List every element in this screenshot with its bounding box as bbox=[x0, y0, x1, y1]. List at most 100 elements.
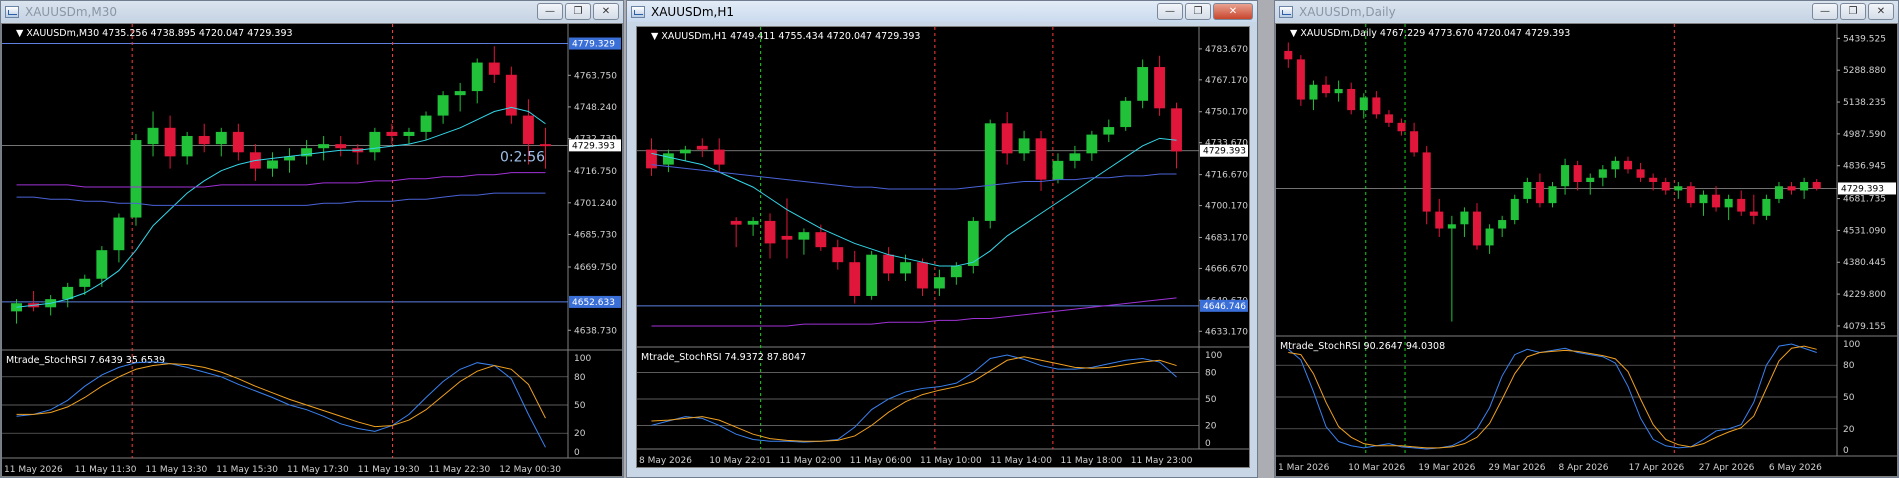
restore-button[interactable]: ❐ bbox=[1840, 3, 1866, 20]
close-button[interactable]: ✕ bbox=[1213, 3, 1253, 20]
bull-candle bbox=[1724, 198, 1733, 208]
bear-candle bbox=[1422, 152, 1431, 212]
bull-candle bbox=[1611, 160, 1620, 170]
price-label: 4750.170 bbox=[1205, 108, 1248, 118]
bear-candle bbox=[815, 232, 827, 248]
close-button[interactable]: ✕ bbox=[1868, 3, 1894, 20]
price-highlight-label: 4779.329 bbox=[572, 40, 615, 50]
time-label: 11 May 18:00 bbox=[1061, 456, 1123, 466]
bull-candle bbox=[267, 160, 278, 169]
bear-candle bbox=[1472, 211, 1482, 246]
bull-candle bbox=[900, 262, 911, 274]
window-title: XAUUSDm,M30 bbox=[25, 4, 117, 19]
bear-candle bbox=[713, 149, 725, 165]
bear-candle bbox=[1636, 169, 1645, 178]
time-label: 29 Mar 2026 bbox=[1488, 463, 1545, 473]
time-label: 10 May 22:01 bbox=[709, 456, 771, 466]
bull-candle bbox=[1052, 160, 1064, 180]
chart-svg[interactable]: ▼ XAUUSDm,H1 4749.411 4755.434 4720.047 … bbox=[637, 27, 1250, 468]
window-title: XAUUSDm,Daily bbox=[1299, 4, 1396, 19]
price-label: 4767.170 bbox=[1205, 76, 1248, 86]
price-label: 4229.800 bbox=[1843, 290, 1886, 300]
window-titlebar[interactable]: XAUUSDm,Daily — ❐ ✕ bbox=[1275, 1, 1898, 22]
bear-candle bbox=[849, 262, 861, 296]
restore-button[interactable]: ❐ bbox=[565, 3, 591, 20]
chart-window-daily[interactable]: XAUUSDm,Daily — ❐ ✕ ▼ XAUUSDm,Daily 4767… bbox=[1274, 0, 1899, 478]
indicator-level-label: 0 bbox=[1205, 439, 1211, 449]
bear-candle bbox=[917, 262, 928, 289]
time-label: 11 May 2026 bbox=[4, 465, 63, 475]
restore-button[interactable]: ❐ bbox=[1185, 3, 1211, 20]
bull-candle bbox=[679, 149, 691, 154]
bull-candle bbox=[1309, 84, 1318, 100]
time-label: 10 Mar 2026 bbox=[1348, 463, 1405, 473]
chart-window-m30[interactable]: XAUUSDm,M30 — ❐ ✕ ▼ XAUUSDm,M30 4735.256… bbox=[0, 0, 624, 478]
price-label: 4716.750 bbox=[574, 167, 617, 177]
price-label: 4633.170 bbox=[1205, 327, 1248, 337]
chart-canvas[interactable]: ▼ XAUUSDm,H1 4749.411 4755.434 4720.047 … bbox=[636, 26, 1250, 468]
bear-candle bbox=[505, 74, 517, 116]
bull-candle bbox=[113, 217, 125, 251]
time-label: 11 May 14:00 bbox=[990, 456, 1052, 466]
bull-candle bbox=[1103, 127, 1115, 135]
price-label: 4748.240 bbox=[574, 103, 617, 113]
indicator-level-label: 50 bbox=[574, 401, 586, 411]
bear-candle bbox=[540, 144, 551, 147]
bull-candle bbox=[1548, 186, 1557, 204]
bull-candle bbox=[1485, 228, 1494, 246]
bear-candle bbox=[1686, 186, 1695, 204]
bear-candle bbox=[1649, 177, 1658, 182]
price-label: 4700.170 bbox=[1205, 202, 1248, 212]
bear-candle bbox=[1712, 194, 1721, 208]
bear-candle bbox=[1397, 122, 1406, 132]
time-label: 11 May 19:30 bbox=[358, 465, 420, 475]
minimize-button[interactable]: — bbox=[1812, 3, 1838, 20]
bull-candle bbox=[1447, 224, 1456, 229]
chart-svg[interactable]: ▼ XAUUSDm,M30 4735.256 4738.895 4720.047… bbox=[2, 24, 623, 477]
indicator-level-label: 100 bbox=[1843, 340, 1860, 350]
bull-candle bbox=[471, 62, 483, 92]
chart-header: ▼ XAUUSDm,Daily 4767.229 4773.670 4720.0… bbox=[1290, 28, 1570, 39]
bull-candle bbox=[79, 278, 91, 287]
bull-candle bbox=[1586, 177, 1595, 182]
chart-canvas[interactable]: ▼ XAUUSDm,Daily 4767.229 4773.670 4720.0… bbox=[1275, 23, 1898, 477]
bull-candle bbox=[1800, 182, 1809, 191]
minimize-button[interactable]: — bbox=[1157, 3, 1183, 20]
bear-candle bbox=[883, 254, 895, 274]
time-label: 11 May 23:00 bbox=[1131, 456, 1193, 466]
bear-candle bbox=[1296, 59, 1305, 100]
bear-candle bbox=[730, 220, 742, 225]
bear-candle bbox=[488, 62, 500, 75]
indicator-level-label: 100 bbox=[574, 354, 591, 364]
close-button[interactable]: ✕ bbox=[593, 3, 619, 20]
bull-candle bbox=[437, 95, 449, 116]
bear-candle bbox=[1171, 108, 1182, 152]
time-label: 11 May 17:30 bbox=[287, 465, 349, 475]
time-label: 27 Apr 2026 bbox=[1699, 463, 1755, 473]
time-label: 8 Apr 2026 bbox=[1559, 463, 1609, 473]
price-label: 4716.670 bbox=[1205, 171, 1248, 181]
chart-app-icon bbox=[1279, 5, 1293, 18]
chart-svg[interactable]: ▼ XAUUSDm,Daily 4767.229 4773.670 4720.0… bbox=[1276, 24, 1898, 477]
indicator-level-label: 100 bbox=[1205, 351, 1222, 361]
indicator-level-label: 80 bbox=[1205, 369, 1217, 379]
bull-candle bbox=[1762, 198, 1771, 216]
chart-canvas[interactable]: ▼ XAUUSDm,M30 4735.256 4738.895 4720.047… bbox=[1, 23, 623, 477]
bull-candle bbox=[1120, 100, 1132, 128]
minimize-button[interactable]: — bbox=[537, 3, 563, 20]
bull-candle bbox=[933, 277, 945, 289]
bull-candle bbox=[950, 265, 962, 278]
bull-candle bbox=[1510, 198, 1519, 221]
window-titlebar[interactable]: XAUUSDm,H1 — ❐ ✕ bbox=[627, 1, 1257, 22]
stoch-d-line bbox=[16, 363, 546, 428]
bear-candle bbox=[522, 115, 534, 145]
indicator-header: Mtrade_StochRSI 7.6439 35.6539 bbox=[6, 355, 165, 366]
bear-candle bbox=[1661, 182, 1670, 191]
stoch-k-line bbox=[16, 361, 546, 448]
chart-window-h1[interactable]: XAUUSDm,H1 — ❐ ✕ ▼ XAUUSDm,H1 4749.411 4… bbox=[626, 0, 1258, 478]
window-titlebar[interactable]: XAUUSDm,M30 — ❐ ✕ bbox=[1, 1, 623, 22]
bear-candle bbox=[1347, 88, 1356, 111]
time-label: 11 May 11:30 bbox=[75, 465, 137, 475]
time-label: 12 May 00:30 bbox=[499, 465, 561, 475]
time-label: 8 May 2026 bbox=[639, 456, 692, 466]
